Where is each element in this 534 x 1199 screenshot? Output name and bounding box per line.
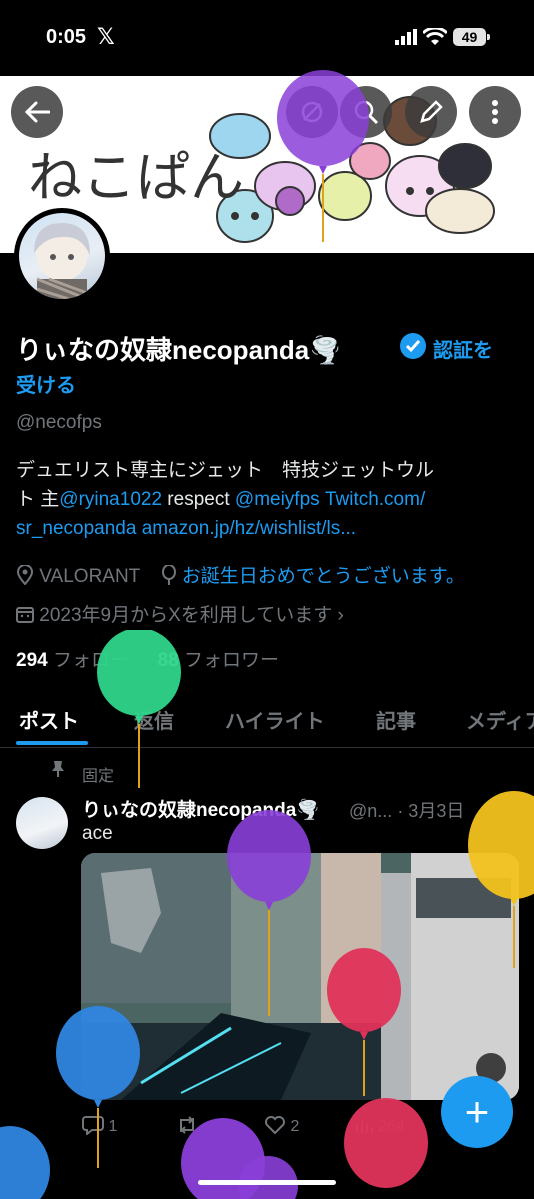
- calendar-icon: [16, 607, 34, 623]
- wifi-icon: [423, 28, 447, 45]
- balloon-green: [97, 630, 181, 788]
- location-text: VALORANT: [39, 566, 140, 587]
- profile-bio: デュエリスト専主にジェット 特技ジェットウル ト 主@ryina1022 res…: [16, 456, 506, 543]
- balloon-small-icon: [161, 564, 176, 585]
- birthday-text[interactable]: お誕生日おめでとうございます。: [182, 566, 465, 587]
- profile-avatar[interactable]: [14, 208, 110, 304]
- balloon-purple-bottom: [181, 1118, 298, 1199]
- bio-line: ト 主@ryina1022 respect @meiyfps Twitch.co…: [16, 485, 506, 514]
- edit-button[interactable]: [405, 86, 457, 138]
- bio-text: ト 主: [16, 489, 60, 510]
- more-button[interactable]: [469, 86, 521, 138]
- bio-mention-link[interactable]: @ryina1022: [59, 489, 162, 510]
- location-pin-icon: [16, 564, 34, 586]
- post-avatar[interactable]: [16, 797, 68, 849]
- balloon-blue: [56, 1006, 140, 1168]
- following-count[interactable]: 294: [16, 650, 48, 671]
- bio-line: sr_necopanda amazon.jp/hz/wishlist/ls...: [16, 514, 506, 543]
- balloon-red-bottom: [344, 1098, 428, 1188]
- verified-badge-icon: [400, 333, 426, 359]
- followers-label[interactable]: フォロワー: [184, 650, 279, 671]
- compose-post-button[interactable]: +: [441, 1076, 513, 1148]
- get-verified-link-cont[interactable]: 受ける: [16, 369, 76, 398]
- more-vertical-icon: [492, 100, 498, 124]
- bio-url-link[interactable]: Twitch.com/: [325, 489, 425, 510]
- avatar-art: [34, 223, 90, 299]
- chevron-right-icon: ›: [337, 605, 344, 626]
- bio-url-link[interactable]: sr_necopanda: [16, 518, 136, 539]
- post-text: ace: [82, 823, 113, 844]
- bio-mention-link[interactable]: @meiyfps: [235, 489, 320, 510]
- post-handle-text: @n...: [349, 801, 393, 821]
- tab-media[interactable]: メディア: [466, 705, 534, 734]
- get-verified-link[interactable]: 認証を: [433, 334, 493, 363]
- back-arrow-icon: [24, 101, 50, 123]
- profile-meta: VALORANT お誕生日おめでとうございます。: [16, 561, 465, 588]
- balloon-blue-edge: [0, 1126, 50, 1199]
- back-button[interactable]: [11, 86, 63, 138]
- banner-handwriting: ねこぱん: [28, 146, 244, 209]
- pencil-icon: [420, 100, 443, 123]
- joined-text: 2023年9月からXを利用しています: [39, 605, 333, 626]
- wishlist-link[interactable]: amazon.jp/hz/wishlist/ls...: [142, 518, 356, 539]
- home-indicator: [198, 1180, 336, 1185]
- signal-icon: [395, 29, 417, 45]
- battery-icon: 49: [453, 28, 486, 46]
- active-tab-indicator: [16, 741, 88, 745]
- plus-icon: +: [464, 1088, 490, 1135]
- battery-tip: [487, 34, 490, 40]
- balloon-red: [327, 948, 401, 1096]
- profile-handle: @necofps: [16, 412, 102, 433]
- joined-row[interactable]: 2023年9月からXを利用しています ›: [16, 600, 344, 627]
- profile-display-name: りぃなの奴隷necopanda🌪️: [16, 335, 342, 365]
- balloon-purple-top: [277, 70, 369, 242]
- tab-articles[interactable]: 記事: [376, 705, 416, 734]
- pin-icon: [52, 761, 64, 777]
- tab-posts[interactable]: ポスト: [19, 705, 79, 734]
- bio-line: デュエリスト専主にジェット 特技ジェットウル: [16, 460, 435, 481]
- x-app-icon: 𝕏: [97, 24, 115, 49]
- post-date[interactable]: · 3月3日: [397, 801, 464, 821]
- balloon-purple-mid: [227, 810, 311, 1016]
- balloon-yellow: [468, 791, 534, 968]
- status-bar: 0:05 𝕏 49: [0, 0, 534, 76]
- status-time: 0:05: [46, 26, 87, 48]
- tab-highlights[interactable]: ハイライト: [225, 705, 325, 734]
- post-author-handle: @n... · 3月3日: [349, 797, 464, 823]
- bio-text: respect: [162, 489, 235, 510]
